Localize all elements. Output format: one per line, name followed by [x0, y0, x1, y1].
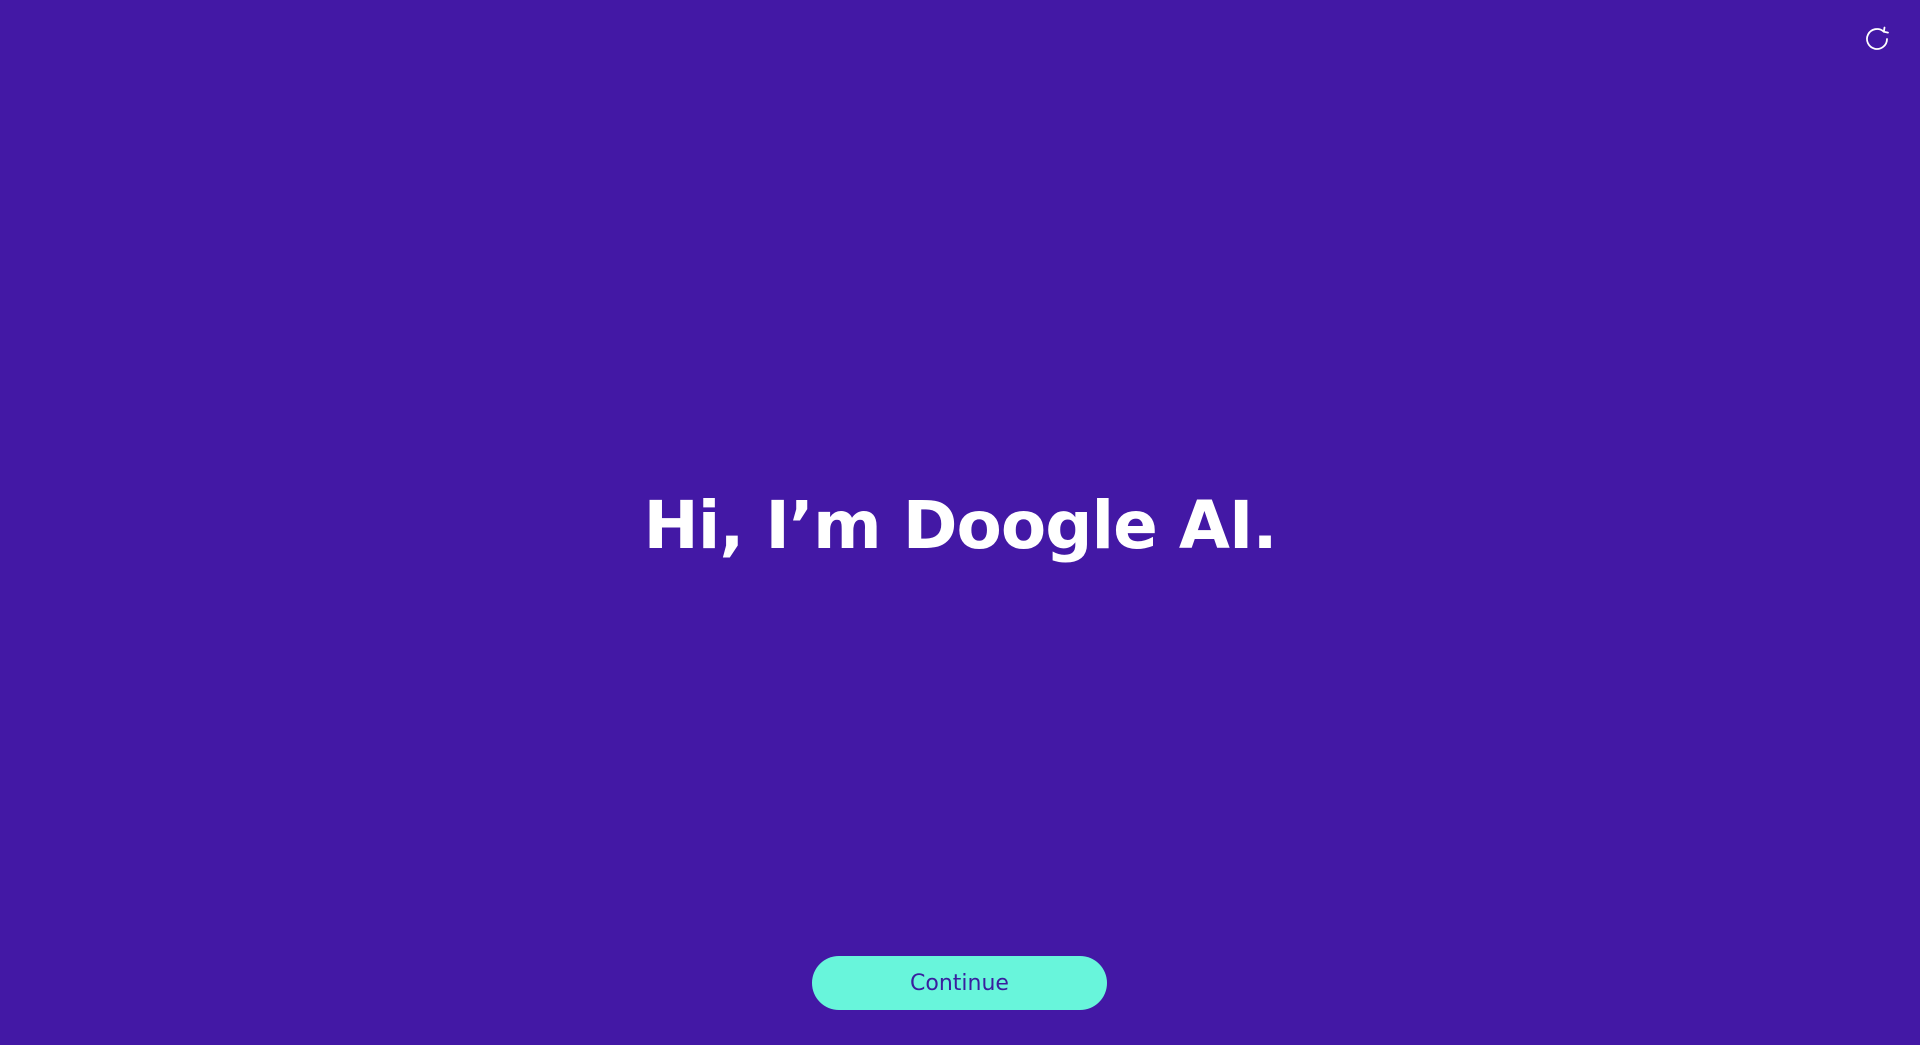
- welcome-headline: Hi, I’m Doogle AI.: [643, 487, 1277, 564]
- welcome-screen: Hi, I’m Doogle AI. Continue: [0, 0, 1920, 1045]
- refresh-icon: [1862, 24, 1892, 54]
- continue-button[interactable]: Continue: [812, 956, 1107, 1010]
- refresh-button[interactable]: [1860, 22, 1894, 56]
